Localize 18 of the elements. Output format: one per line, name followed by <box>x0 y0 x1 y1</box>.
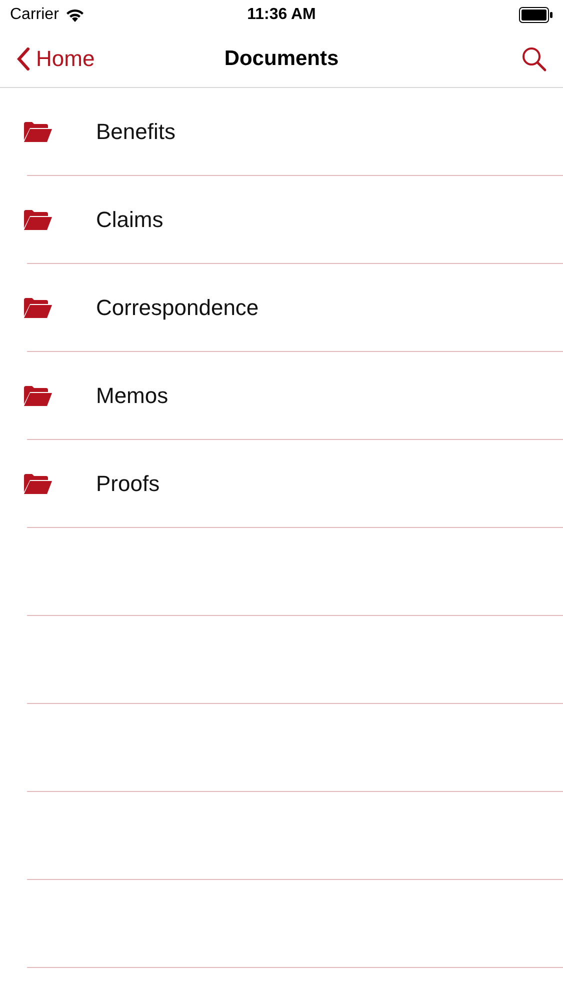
folder-icon <box>24 386 52 406</box>
battery-icon <box>519 7 553 23</box>
search-icon <box>520 46 547 72</box>
folder-name[interactable]: Benefits <box>96 118 176 144</box>
screen-title: Documents <box>224 46 339 70</box>
folder-name[interactable]: Proofs <box>96 470 160 496</box>
folder-icon <box>24 474 52 494</box>
folder-icon <box>24 210 52 230</box>
folder-name[interactable]: Claims <box>96 206 164 232</box>
folder-icon <box>24 122 52 142</box>
status-time: 11:36 AM <box>247 6 316 24</box>
back-button[interactable]: Home <box>16 46 136 72</box>
wifi-icon <box>64 8 85 22</box>
folder-icon <box>24 298 52 318</box>
folder-name[interactable]: Memos <box>96 382 168 408</box>
chevron-left-icon <box>16 46 30 70</box>
folder-name[interactable]: Correspondence <box>96 294 259 320</box>
carrier-label: Carrier <box>10 6 59 24</box>
